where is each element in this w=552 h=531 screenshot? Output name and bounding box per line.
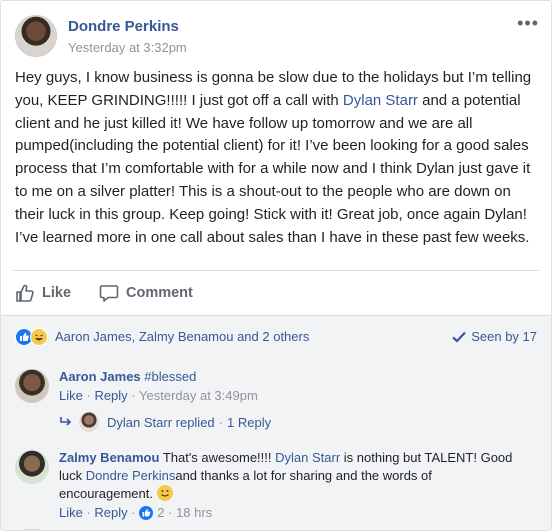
reactions-bar: Aaron James, Zalmy Benamou and 2 others … (1, 315, 551, 359)
thumbs-up-icon (16, 284, 34, 302)
seen-by[interactable]: Seen by 17 (452, 329, 537, 344)
comment-2-text: Zalmy Benamou That's awesome!!!! Dylan S… (59, 449, 529, 503)
comment-button-label: Comment (126, 285, 193, 301)
post-timestamp[interactable]: Yesterday at 3:32pm (68, 40, 187, 55)
meta-separator: · (127, 505, 140, 520)
smiley-emoji-icon (156, 485, 173, 501)
comment-reply-link[interactable]: Reply (94, 505, 127, 520)
comment-like-link[interactable]: Like (59, 388, 83, 403)
comment-avatar[interactable] (15, 450, 49, 484)
reply-author-avatar (79, 412, 99, 432)
post-header: Dondre Perkins Yesterday at 3:32pm ••• (13, 13, 541, 59)
post-card: Dondre Perkins Yesterday at 3:32pm ••• H… (0, 0, 552, 531)
replies-link[interactable]: Dylan Starr replied · 1 Reply (59, 412, 271, 432)
comment-like-link[interactable]: Like (59, 505, 83, 520)
meta-separator: · (82, 505, 95, 520)
comment-like-count[interactable]: 2 (157, 505, 164, 520)
author-avatar[interactable] (15, 15, 57, 57)
hashtag-link[interactable]: #blessed (144, 369, 196, 384)
comments-section: Aaron James #blessed Like · Reply · Yest… (1, 359, 551, 530)
meta-separator: · (131, 388, 140, 403)
like-button[interactable]: Like (15, 282, 71, 304)
comment-1-text: Aaron James #blessed (59, 368, 196, 386)
mention-dylan-starr[interactable]: Dylan Starr (275, 450, 340, 465)
haha-reaction-icon (30, 328, 48, 346)
comment-text: That's awesome!!!! (162, 450, 276, 465)
meta-separator: · (218, 414, 223, 430)
more-options-icon[interactable]: ••• (517, 13, 539, 34)
post-body-text-2: and a potential client and he just kille… (15, 91, 531, 246)
comment-avatar[interactable] (15, 369, 49, 403)
replies-summary: Dylan Starr replied (107, 414, 215, 430)
meta-separator: · (164, 505, 177, 520)
comment-1-meta: Like · Reply · Yesterday at 3:49pm (59, 388, 258, 403)
mention-dylan-starr[interactable]: Dylan Starr (343, 92, 418, 109)
comment-author[interactable]: Aaron James (59, 369, 141, 384)
comment-time[interactable]: Yesterday at 3:49pm (139, 388, 258, 403)
replies-count: 1 Reply (227, 414, 272, 430)
reaction-icons[interactable] (15, 328, 51, 348)
mention-dondre-perkins[interactable]: Dondre Perkins (86, 468, 176, 483)
comment-2-meta: Like · Reply · 2 · 18 hrs (59, 505, 212, 520)
actions-divider (13, 270, 539, 271)
seen-by-label: Seen by 17 (471, 329, 537, 344)
checkmark-icon (452, 331, 467, 343)
post-author-name[interactable]: Dondre Perkins (68, 18, 179, 35)
comment-button[interactable]: Comment (99, 282, 193, 304)
like-button-label: Like (42, 285, 72, 301)
comment-reply-link[interactable]: Reply (94, 388, 127, 403)
like-reaction-icon[interactable] (139, 505, 154, 520)
comment-time[interactable]: 18 hrs (176, 505, 212, 520)
reactors-summary[interactable]: Aaron James, Zalmy Benamou and 2 others (55, 329, 309, 344)
comment-author[interactable]: Zalmy Benamou (59, 450, 159, 465)
speech-bubble-icon (99, 285, 119, 302)
reply-arrow-icon (60, 417, 72, 426)
post-body: Hey guys, I know business is gonna be sl… (15, 67, 539, 249)
